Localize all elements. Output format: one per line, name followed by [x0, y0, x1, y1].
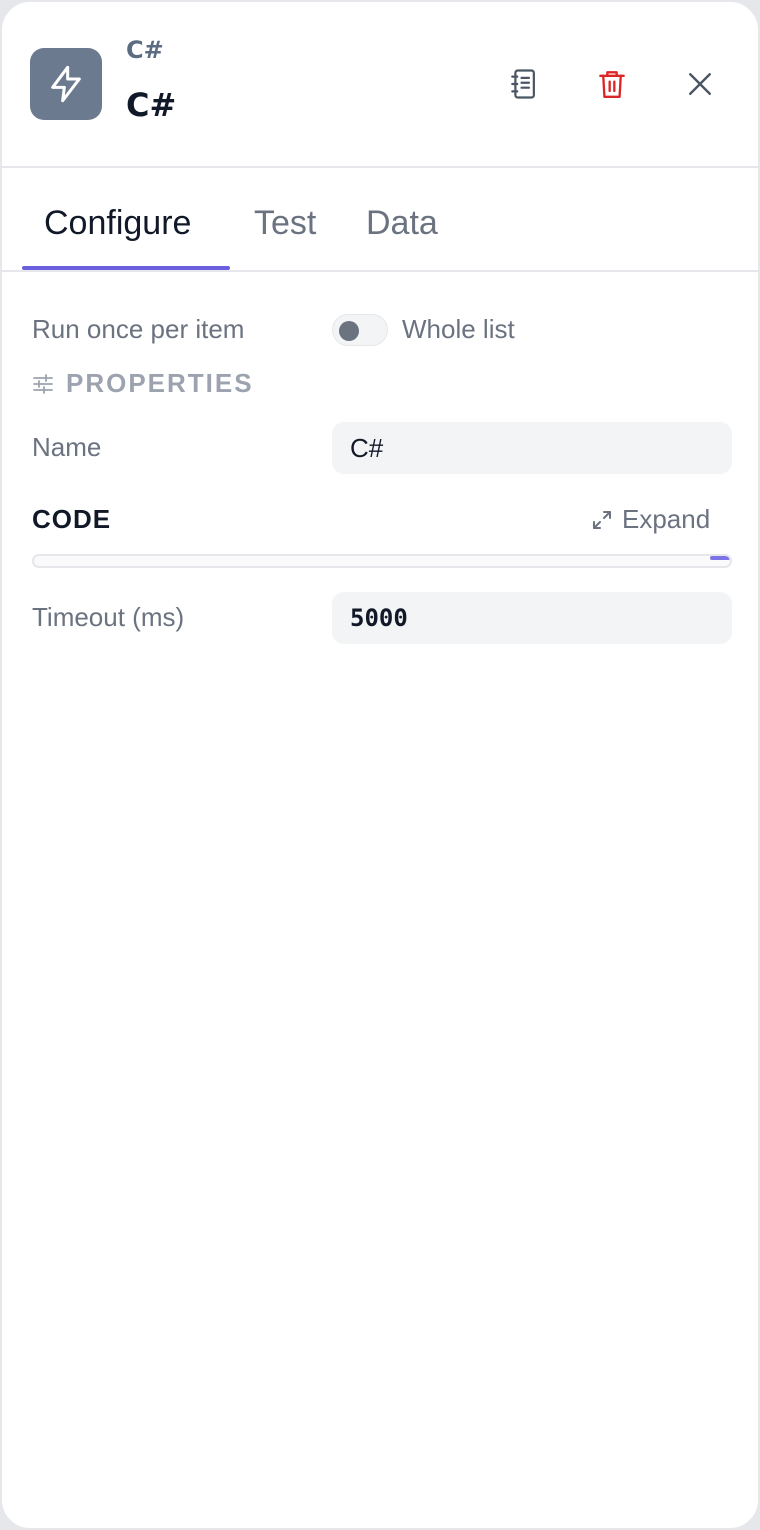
close-icon: [689, 73, 711, 95]
name-label: Name: [32, 432, 102, 462]
notebook-icon: [511, 69, 535, 99]
code-scrollbar[interactable]: [710, 556, 730, 560]
run-mode-toggle[interactable]: [332, 314, 388, 346]
tab-configure[interactable]: Configure: [44, 204, 191, 272]
close-button[interactable]: [676, 60, 724, 108]
code-label: CODE: [32, 504, 112, 534]
trash-icon: [599, 71, 625, 98]
tab-data[interactable]: Data: [366, 204, 438, 272]
properties-title: PROPERTIES: [66, 368, 254, 398]
expand-button[interactable]: Expand: [590, 504, 710, 535]
toggle-knob: [339, 321, 359, 341]
timeout-field[interactable]: [332, 592, 732, 644]
code-editor[interactable]: [32, 554, 732, 568]
lightning-bolt-icon: [51, 65, 81, 103]
name-field[interactable]: [332, 422, 732, 474]
node-title: C#: [126, 86, 177, 124]
whole-list-label: Whole list: [402, 314, 515, 344]
expand-label: Expand: [622, 504, 711, 534]
node-type: C#: [126, 36, 164, 64]
properties-section-header: PROPERTIES: [32, 368, 254, 399]
run-mode-label: Run once per item: [32, 314, 245, 344]
node-icon: [30, 48, 102, 120]
timeout-label: Timeout (ms): [32, 602, 185, 632]
tab-test[interactable]: Test: [254, 204, 316, 272]
expand-arrows-icon: [593, 510, 611, 529]
sliders-icon: [33, 373, 53, 394]
tab-bar: Configure Test Data: [2, 168, 758, 272]
panel-header: C# C#: [2, 2, 758, 168]
delete-button[interactable]: [588, 60, 636, 108]
docs-button[interactable]: [500, 60, 548, 108]
active-tab-indicator: [22, 266, 230, 270]
node-config-panel: C# C# Configure Test Data Run once per i…: [0, 0, 760, 1530]
